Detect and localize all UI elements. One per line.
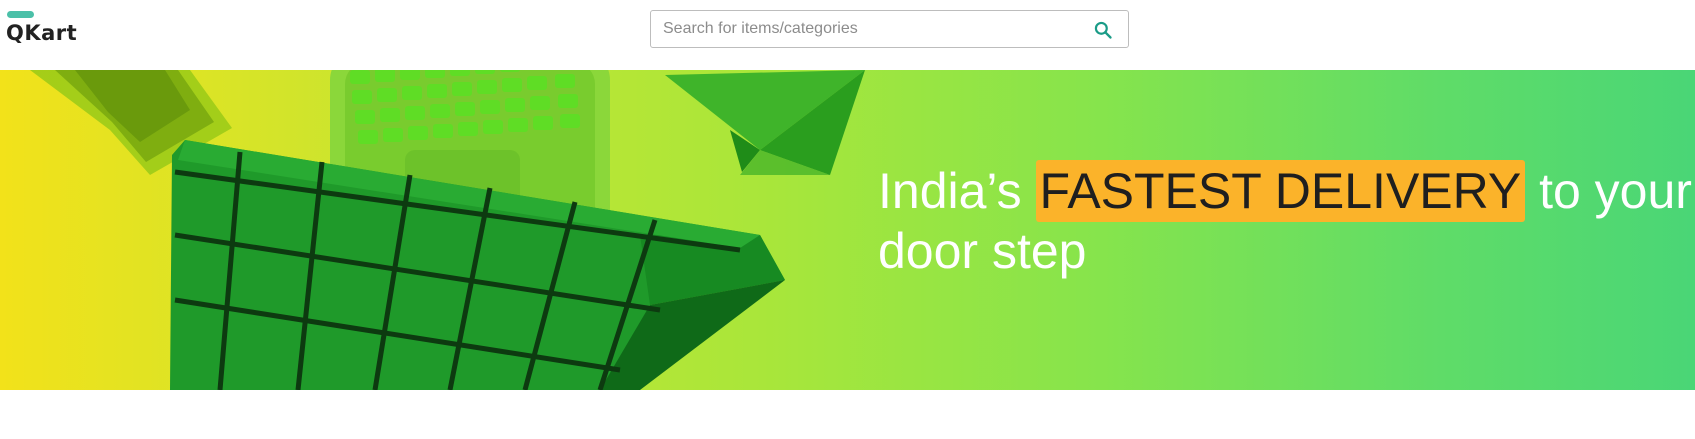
hero-banner: India’s FASTEST DELIVERY to your door st… xyxy=(0,70,1695,390)
page-content-area xyxy=(0,390,1695,439)
shopping-cart-illustration xyxy=(30,70,865,390)
paper-plane-icon xyxy=(665,70,865,175)
logo-text: QKart xyxy=(6,21,78,45)
hero-highlight: FASTEST DELIVERY xyxy=(1035,160,1526,222)
app-header: QKart xyxy=(0,0,1695,70)
search-bar xyxy=(650,10,1129,48)
qkart-logo[interactable]: QKart xyxy=(6,11,96,51)
search-icon[interactable] xyxy=(1093,20,1113,40)
hero-headline: India’s FASTEST DELIVERY to your door st… xyxy=(878,160,1695,280)
logo-accent-bar xyxy=(7,11,34,18)
search-input[interactable] xyxy=(663,12,1073,46)
hero-text-before: India’s xyxy=(878,163,1036,219)
